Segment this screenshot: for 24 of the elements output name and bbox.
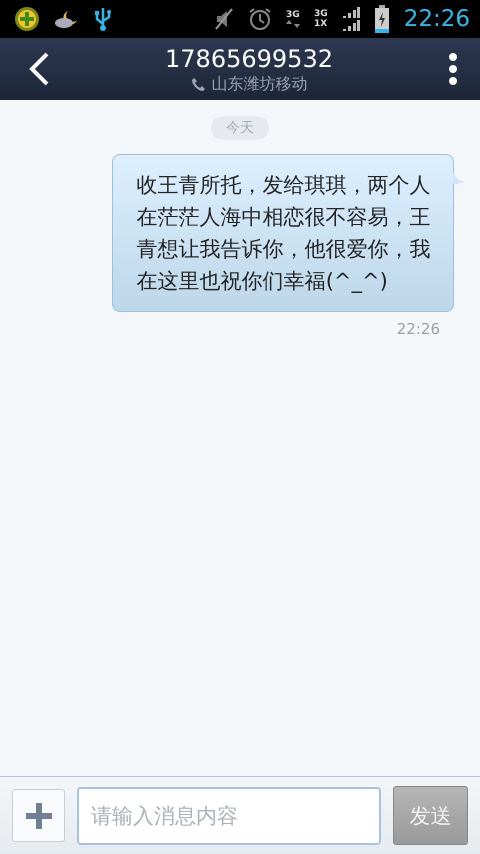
phone-icon: [190, 76, 206, 92]
plus-icon: [26, 802, 52, 828]
carrier-location: 山东潍坊移动: [212, 74, 308, 94]
network-label: 3G: [314, 9, 328, 19]
date-divider: 今天: [211, 116, 269, 140]
signal-icon: [342, 6, 360, 32]
app-icon: [14, 6, 40, 32]
bubble-tail: [453, 172, 466, 184]
status-time: 22:26: [404, 6, 470, 32]
data-arrows-icon: [286, 20, 300, 28]
alarm-icon: [248, 7, 272, 31]
add-button[interactable]: [12, 789, 65, 842]
battery-icon: [374, 5, 390, 33]
mute-icon: [214, 7, 234, 31]
network-label: 3G: [286, 10, 300, 20]
message-input[interactable]: 请输入消息内容: [77, 786, 381, 844]
message-bubble: 收王青所托，发给琪琪，两个人在茫茫人海中相恋很不容易，王青想让我告诉你，他很爱你，我在这里也祝你们幸福(^_^): [112, 154, 454, 312]
more-icon[interactable]: [448, 53, 458, 85]
network-label: 1X: [314, 19, 328, 29]
contact-number: 17865699532: [165, 44, 333, 74]
back-icon[interactable]: [28, 52, 50, 86]
usb-icon: [94, 6, 112, 32]
weather-icon: [54, 8, 80, 30]
message-time: 22:26: [396, 320, 440, 338]
